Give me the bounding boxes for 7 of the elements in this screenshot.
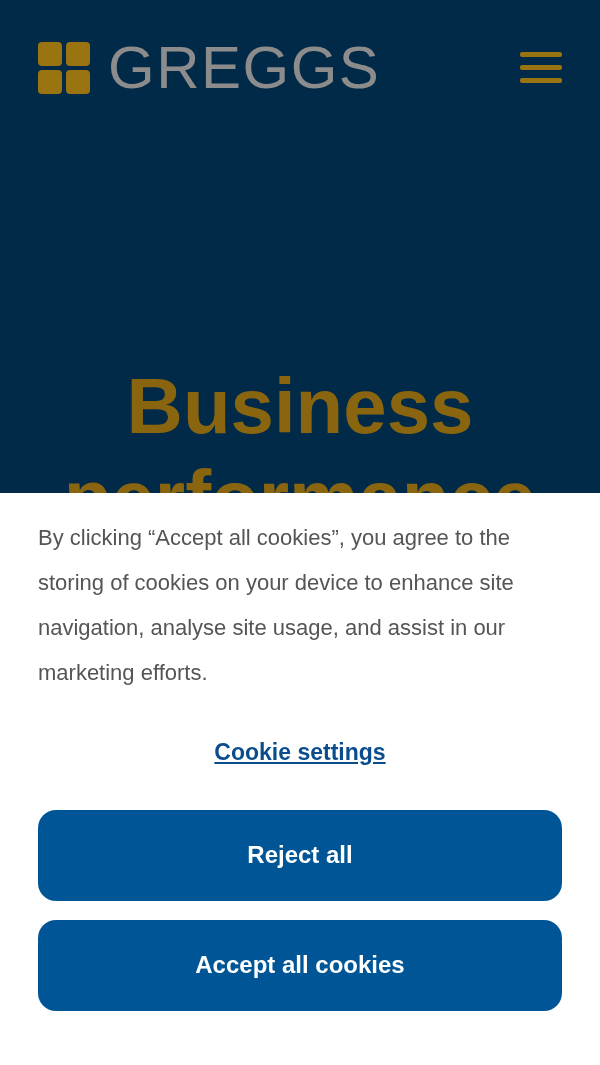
logo-icon bbox=[38, 42, 90, 94]
menu-icon[interactable] bbox=[520, 52, 562, 84]
logo-text: GREGGS bbox=[108, 38, 381, 98]
reject-button[interactable]: Reject all bbox=[38, 809, 562, 901]
cookie-settings-link[interactable]: Cookie settings bbox=[214, 735, 386, 770]
accept-button[interactable]: Accept all cookies bbox=[38, 919, 562, 1011]
cookie-message: By clicking “Accept all cookies”, you agree to the storing of cookies on your device to enhance site navigation, analyse site usage, and assist in our marketing efforts. bbox=[38, 524, 515, 687]
